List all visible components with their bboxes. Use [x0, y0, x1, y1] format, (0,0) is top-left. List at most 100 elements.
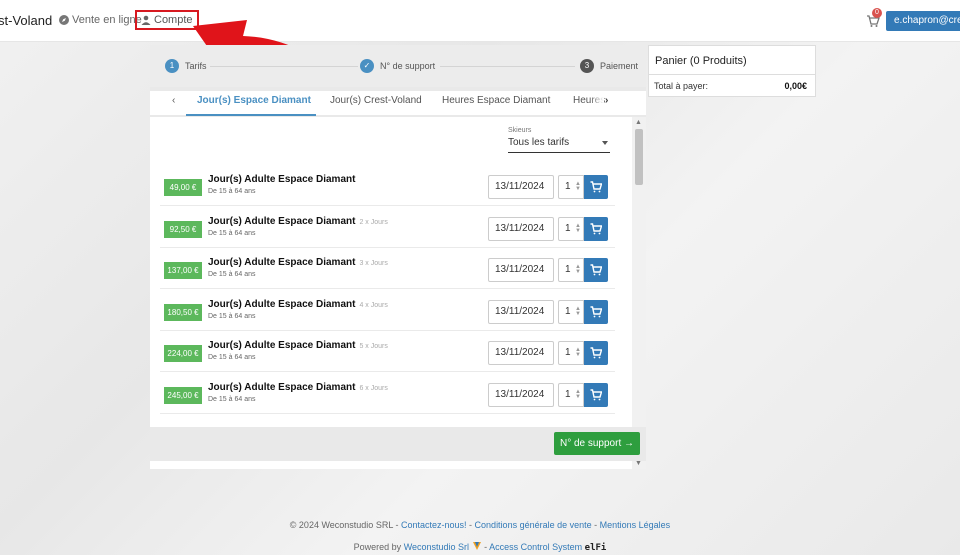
- date-input[interactable]: 13/11/2024: [488, 382, 554, 407]
- add-to-cart-button[interactable]: [584, 258, 608, 282]
- quantity-stepper[interactable]: 1 ▲ ▼: [558, 258, 584, 282]
- user-icon: [141, 15, 151, 25]
- scroll-down-arrow[interactable]: ▼: [635, 460, 642, 467]
- product-name: Jour(s) Adulte Espace Diamant: [208, 298, 356, 310]
- cart-add-icon: [590, 347, 602, 359]
- quantity-stepper[interactable]: 1 ▲ ▼: [558, 299, 584, 324]
- product-days: 6 x Jours: [359, 384, 388, 392]
- quantity-stepper[interactable]: 1 ▲ ▼: [558, 216, 584, 241]
- user-account-button[interactable]: e.chapron@crest: [886, 11, 960, 31]
- legal-link[interactable]: Mentions Légales: [600, 520, 671, 530]
- add-to-cart-button[interactable]: [584, 299, 608, 324]
- step-paiement[interactable]: 3 Paiement: [578, 59, 641, 73]
- product-days: 4 x Jours: [359, 301, 388, 309]
- booking-panel: 1 Tarifs ✓ N° de support 3 Paiement ‹ Jo…: [150, 45, 646, 469]
- product-row: 92,50 € Jour(s) Adulte Espace Diamant 2 x…: [160, 207, 615, 248]
- cart-summary: Panier (0 Produits) Total à payer: 0,00€: [648, 45, 816, 97]
- price-badge: 137,00 €: [164, 262, 202, 279]
- powered-prefix: Powered by: [353, 542, 404, 552]
- spinner-arrows-icon: ▲ ▼: [575, 181, 581, 192]
- quantity-stepper[interactable]: 1 ▲ ▼: [558, 341, 584, 365]
- spinner-arrows-icon: ▲ ▼: [575, 347, 581, 358]
- add-to-cart-button[interactable]: [584, 175, 608, 199]
- add-to-cart-button[interactable]: [584, 216, 608, 241]
- separator: -: [466, 520, 475, 530]
- tab-heures-espace-diamant[interactable]: Heures Espace Diamant: [442, 95, 550, 106]
- powered-by-line: Powered by Weconstudio Srl - Access Cont…: [0, 541, 960, 553]
- contact-link[interactable]: Contactez-nous!: [401, 520, 467, 530]
- skier-filter-select[interactable]: Tous les tarifs: [508, 137, 610, 153]
- divider: [649, 74, 815, 75]
- step-support[interactable]: ✓ N° de support: [358, 59, 438, 73]
- copyright-text: © 2024 Weconstudio SRL -: [289, 520, 401, 530]
- filter-value: Tous les tarifs: [508, 137, 570, 148]
- product-row: 224,00 € Jour(s) Adulte Espace Diamant 5 …: [160, 331, 615, 372]
- product-name: Jour(s) Adulte Espace Diamant: [208, 340, 356, 351]
- step-tarifs[interactable]: 1 Tarifs: [163, 59, 209, 73]
- product-title: Jour(s) Adulte Espace Diamant 5 x Jours: [208, 340, 388, 351]
- checkout-steps: 1 Tarifs ✓ N° de support 3 Paiement: [150, 45, 646, 87]
- scroll-up-arrow[interactable]: ▲: [635, 119, 642, 126]
- add-to-cart-button[interactable]: [584, 341, 608, 365]
- date-input[interactable]: 13/11/2024: [488, 216, 554, 241]
- product-row: 49,00 € Jour(s) Adulte Espace Diamant De…: [160, 165, 615, 206]
- product-age-range: De 15 à 64 ans: [208, 188, 256, 195]
- date-input[interactable]: 13/11/2024: [488, 341, 554, 365]
- date-input[interactable]: 13/11/2024: [488, 175, 554, 199]
- weconstudio-link[interactable]: Weconstudio Srl: [404, 542, 469, 552]
- quantity-stepper[interactable]: 1 ▲ ▼: [558, 175, 584, 199]
- tab-next-arrow[interactable]: ›: [605, 95, 608, 106]
- tab-prev-arrow[interactable]: ‹: [172, 95, 175, 106]
- product-name: Jour(s) Adulte Espace Diamant: [208, 381, 356, 393]
- panel-footer: N° de support →: [150, 427, 646, 461]
- nav-online-sales[interactable]: Vente en ligne: [59, 14, 142, 26]
- separator: -: [591, 520, 600, 530]
- quantity-stepper[interactable]: 1 ▲ ▼: [558, 382, 584, 407]
- cgv-link[interactable]: Conditions générale de vente: [475, 520, 592, 530]
- spinner-arrows-icon: ▲ ▼: [575, 264, 581, 275]
- check-icon: ✓: [360, 59, 374, 73]
- cart-count-badge: 0: [872, 8, 882, 18]
- list-scrollbar[interactable]: ▲ ▼: [632, 117, 646, 469]
- tab-jours-crest-voland[interactable]: Jour(s) Crest-Voland: [330, 95, 422, 106]
- category-tabs: ‹ Jour(s) Espace Diamant Jour(s) Crest-V…: [150, 91, 646, 116]
- price-badge: 180,50 €: [164, 303, 202, 321]
- quantity-value: 1: [565, 181, 571, 192]
- next-support-button[interactable]: N° de support →: [554, 432, 640, 455]
- tab-fade: [590, 91, 604, 115]
- date-input[interactable]: 13/11/2024: [488, 258, 554, 282]
- product-list: Skieurs Tous les tarifs 49,00 € Jour(s) …: [150, 117, 632, 469]
- top-navbar: st-Voland Vente en ligne Compte 0 e.chap…: [0, 0, 960, 42]
- price-badge: 49,00 €: [164, 179, 202, 196]
- cart-add-icon: [590, 388, 602, 400]
- chevron-down-icon: [602, 141, 608, 145]
- step-number: 3: [580, 59, 594, 73]
- total-value: 0,00€: [784, 81, 807, 91]
- active-tab-indicator: [186, 114, 316, 116]
- tab-jours-espace-diamant[interactable]: Jour(s) Espace Diamant: [197, 95, 311, 106]
- date-input[interactable]: 13/11/2024: [488, 299, 554, 324]
- total-label: Total à payer:: [654, 81, 709, 91]
- copyright-line: © 2024 Weconstudio SRL - Contactez-nous!…: [0, 520, 960, 530]
- product-days: 5 x Jours: [359, 343, 388, 350]
- product-row: 245,00 € Jour(s) Adulte Espace Diamant 6 …: [160, 373, 615, 414]
- step-label: Tarifs: [185, 61, 207, 71]
- elfi-logo: elFi: [584, 543, 607, 553]
- product-title: Jour(s) Adulte Espace Diamant: [208, 174, 359, 185]
- add-to-cart-button[interactable]: [584, 382, 608, 407]
- cart-add-icon: [590, 264, 602, 276]
- cart-add-icon: [590, 181, 602, 193]
- filter-label: Skieurs: [508, 127, 532, 134]
- step-label: N° de support: [380, 61, 436, 71]
- product-title: Jour(s) Adulte Espace Diamant 6 x Jours: [208, 382, 388, 393]
- spinner-arrows-icon: ▲ ▼: [575, 305, 581, 317]
- scroll-thumb[interactable]: [635, 129, 643, 185]
- brand-name[interactable]: st-Voland: [0, 13, 52, 28]
- cart-add-icon: [590, 305, 602, 317]
- product-age-range: De 15 à 64 ans: [208, 229, 256, 237]
- access-control-link[interactable]: Access Control System: [489, 542, 582, 552]
- step-label: Paiement: [600, 61, 639, 71]
- step-connector: [210, 66, 360, 67]
- product-age-range: De 15 à 64 ans: [208, 395, 256, 403]
- quantity-value: 1: [565, 347, 571, 358]
